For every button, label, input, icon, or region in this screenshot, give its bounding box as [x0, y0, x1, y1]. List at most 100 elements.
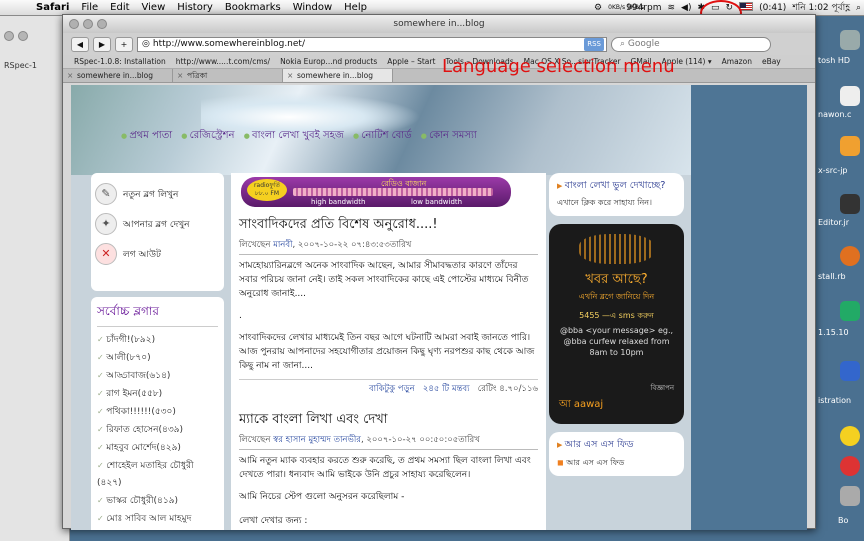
file-icon[interactable] — [840, 86, 860, 106]
apple-menu-icon[interactable] — [10, 1, 24, 15]
tab-2[interactable]: পত্রিকা — [173, 69, 283, 83]
post-date: , ২০০৭-১০-২২ ০৭:৪৩:৫৩তারিখ — [292, 240, 412, 250]
tab-3[interactable]: somewhere in...blog — [283, 69, 393, 83]
top-bloggers: সর্বোচ্চ ব্লগার চাঁদগী!(৮৯২) আলী(৮৭০) আড… — [91, 297, 224, 530]
fan-speed[interactable]: 994rpm — [623, 3, 664, 13]
desktop-label[interactable]: nawon.c — [818, 110, 851, 119]
post-body: সাংবাদিকদের লেখার মাধ্যমেই তিন বছর আগে ঘ… — [239, 333, 535, 371]
bookmark-item[interactable]: Apple – Start — [382, 57, 440, 66]
desktop-label[interactable]: stall.rb — [818, 272, 846, 281]
blogger-item[interactable]: ভাস্কর চৌধুরী(৪১৯) — [97, 492, 218, 510]
back-button[interactable]: ◀ — [71, 36, 89, 52]
bookmark-item[interactable]: http://www.....t.com/cms/ — [171, 57, 275, 66]
forward-button[interactable]: ▶ — [93, 36, 111, 52]
logout-link[interactable]: ✕ লগ আউট — [95, 239, 220, 269]
desktop-label[interactable]: x-src-jp — [818, 166, 848, 175]
app-icon[interactable] — [840, 426, 860, 446]
radio-player[interactable]: radioফুর্তি ৮৮.০ FM রেডিও বাজান high ban… — [241, 177, 511, 207]
bg-close-icon[interactable] — [4, 31, 14, 41]
low-bandwidth-link[interactable]: low bandwidth — [411, 198, 462, 206]
blogger-item[interactable]: রিফাত হোসেন(৪৩৯) — [97, 421, 218, 439]
app-icon[interactable] — [840, 136, 860, 156]
search-field[interactable]: ⌕ Google — [611, 36, 771, 52]
bookmark-item[interactable]: Nokia Europ...nd products — [275, 57, 382, 66]
post-title[interactable]: ম্যাকে বাংলা লিখা এবং দেখা — [239, 410, 538, 431]
battery-status[interactable]: (0:41) — [756, 3, 789, 13]
app-icon[interactable] — [840, 456, 860, 476]
nav-bangla-writing[interactable]: বাংলা লেখা খুবই সহজ — [244, 130, 344, 141]
desktop-label[interactable]: 1.15.10 — [818, 328, 849, 337]
terminal-icon[interactable] — [840, 194, 860, 214]
logout-label: লগ আউট — [123, 249, 161, 260]
blogger-item[interactable]: আড্ডাবাজ(৬১৪) — [97, 367, 218, 385]
volume-icon[interactable]: ◀) — [678, 3, 694, 13]
desktop-label[interactable]: tosh HD — [818, 56, 850, 65]
bg-tab-label[interactable]: RSpec-1 — [4, 61, 37, 70]
wifi-icon[interactable]: ≋ — [664, 3, 678, 13]
blogger-item[interactable]: চাঁদগী!(৮৯২) — [97, 331, 218, 349]
comments-link[interactable]: ২৪৫ টি মন্তব্য — [423, 384, 470, 394]
desktop-label[interactable]: Bo — [838, 516, 848, 525]
clock[interactable]: শনি 1:02 পূর্বাহ্ণ — [789, 0, 853, 15]
nav-home[interactable]: প্রথম পাতা — [121, 130, 172, 141]
help-text[interactable]: এখানে ক্লিক করে সাহায্য নিন। — [557, 197, 676, 210]
app-icon[interactable] — [840, 486, 860, 506]
window-titlebar[interactable]: somewhere in...blog — [63, 15, 815, 33]
annotation-label: Language selection menu — [442, 56, 675, 77]
bookmark-item[interactable]: eBay — [757, 57, 786, 66]
ad-brand: আ aawaj — [559, 399, 604, 410]
blogger-item[interactable]: পথিকা!!!!!!(৫৩০) — [97, 403, 218, 421]
sms-ad[interactable]: খবর আছে? এখনি ব্লগে জানিয়ে দিন 5455 —এ … — [549, 224, 684, 424]
background-window[interactable]: RSpec-1 — [0, 16, 70, 541]
high-bandwidth-link[interactable]: high bandwidth — [311, 198, 365, 206]
read-more-link[interactable]: বাকিটুকু পড়ুন — [369, 384, 415, 394]
search-icon: ⌕ — [620, 38, 628, 49]
blogger-item[interactable]: রাগ ইমন(৫৫৮) — [97, 385, 218, 403]
help-title: বাংলা লেখা ভুল দেখাচ্ছে? — [557, 179, 676, 194]
view-blog-link[interactable]: ✦ আপনার ব্লগ দেখুন — [95, 209, 220, 239]
hard-drive-icon[interactable] — [840, 30, 860, 50]
blogger-item[interactable]: শোহেইল মতাহির চৌধুরী (৪২৭) — [97, 457, 218, 492]
rss-feed-link[interactable]: আর এস এস ফিড — [557, 457, 676, 470]
new-post-link[interactable]: ✎ নতুন ব্লগ লিখুন — [95, 179, 220, 209]
firefox-icon[interactable] — [840, 246, 860, 266]
ad-message: @bba <your message> eg., @bba curfew rel… — [559, 326, 674, 357]
blogger-item[interactable]: মোঃ সাবিব আল মাহমুদ (৪১১) — [97, 510, 218, 530]
post-author[interactable]: মানবী — [273, 240, 292, 250]
tab-1[interactable]: somewhere in...blog — [63, 69, 173, 83]
post-body: লেখা দেখার জন্য : — [239, 516, 308, 526]
app-icon[interactable] — [840, 301, 860, 321]
user-menu: ✎ নতুন ব্লগ লিখুন ✦ আপনার ব্লগ দেখুন ✕ লগ আ… — [91, 173, 224, 291]
post-footer: বাকিটুকু পড়ুন ২৪৫ টি মন্তব্য রেটিং ৪.৭০… — [239, 379, 538, 396]
bookmark-item[interactable]: RSpec-1.0.8: Installation — [69, 57, 171, 66]
meta-prefix: লিখেছেন — [239, 435, 271, 445]
post-body: আমি নতুন ম্যাক ব্যবহার করতে শুরু করেছি, … — [239, 456, 531, 480]
close-icon[interactable] — [69, 19, 79, 29]
blog-icon: ✦ — [95, 213, 117, 235]
help-box[interactable]: বাংলা লেখা ভুল দেখাচ্ছে? এখানে ক্লিক করে… — [549, 173, 684, 216]
app-icon[interactable] — [840, 361, 860, 381]
nav-problem[interactable]: কোন সমস্যা — [421, 130, 477, 141]
window-title: somewhere in...blog — [393, 19, 485, 29]
post-dot: . — [239, 311, 242, 321]
blogger-item[interactable]: মাহবুব মোর্শেদ(৪২৯) — [97, 439, 218, 457]
wheel-icon[interactable]: ⚙ — [591, 3, 605, 13]
zoom-icon[interactable] — [97, 19, 107, 29]
meta-prefix: লিখেছেন — [239, 240, 271, 250]
nav-registration[interactable]: রেজিস্ট্রেশন — [181, 130, 234, 141]
url-text[interactable]: http://www.somewhereinblog.net/ — [153, 38, 584, 51]
bookmark-item[interactable]: Amazon — [717, 57, 757, 66]
spotlight-icon[interactable]: ⌕ — [853, 3, 864, 13]
post-title[interactable]: সাংবাদিকদের প্রতি বিশেষ অনুরোধ....! — [239, 215, 538, 236]
desktop-label[interactable]: istration — [818, 396, 851, 405]
desktop-label[interactable]: Editor.jr — [818, 218, 849, 227]
toolbar: ◀ ▶ + ◎ http://www.somewhereinblog.net/ … — [63, 33, 815, 55]
add-bookmark-button[interactable]: + — [115, 36, 133, 52]
bg-minimize-icon[interactable] — [18, 31, 28, 41]
address-bar[interactable]: ◎ http://www.somewhereinblog.net/ RSS — [137, 36, 607, 52]
nav-notice-board[interactable]: নোটিশ বোর্ড — [353, 130, 412, 141]
rss-button[interactable]: RSS — [584, 37, 604, 51]
post-author[interactable]: স্বর হাসান মুহাম্মদ তানভীর — [273, 435, 361, 445]
blogger-item[interactable]: আলী(৮৭০) — [97, 349, 218, 367]
minimize-icon[interactable] — [83, 19, 93, 29]
